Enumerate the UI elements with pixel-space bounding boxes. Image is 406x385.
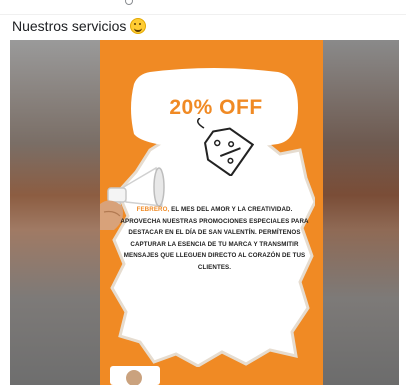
discount-headline: 20% OFF (169, 96, 263, 119)
message-body: EL MES DEL AMOR Y LA CREATIVIDAD. APROVE… (120, 206, 309, 271)
hand-photo-corner (110, 366, 160, 385)
privacy-icon (125, 0, 133, 5)
price-tag-icon (192, 117, 255, 178)
post-caption: Nuestros servicios (12, 18, 147, 34)
post-header-strip (0, 0, 406, 15)
grinning-face-icon (130, 18, 147, 34)
post-media[interactable]: 20% OFF FEBRERO, EL MES DEL AMOR Y LA CR… (10, 40, 399, 385)
message-highlight: FEBRERO, (136, 206, 170, 213)
blurred-background-right (323, 40, 399, 385)
blurred-background-left (10, 40, 100, 385)
caption-text: Nuestros servicios (12, 18, 127, 34)
promo-poster[interactable]: 20% OFF FEBRERO, EL MES DEL AMOR Y LA CR… (100, 40, 323, 385)
promo-message: FEBRERO, EL MES DEL AMOR Y LA CREATIVIDA… (118, 204, 311, 274)
